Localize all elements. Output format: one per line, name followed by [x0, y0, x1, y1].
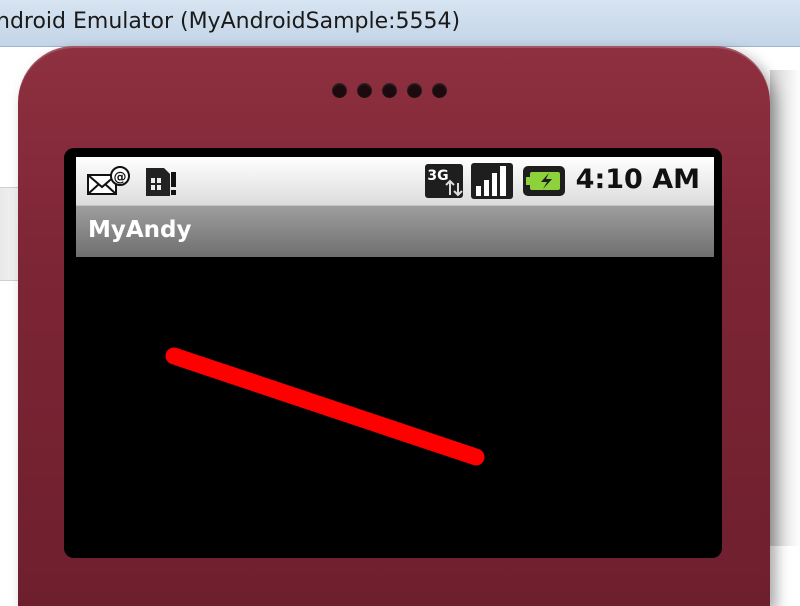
network-type-label: 3G [427, 168, 448, 184]
speaker-hole [382, 82, 397, 98]
speaker-hole [407, 82, 422, 98]
sim-alert-icon [142, 165, 180, 197]
svg-text:@: @ [114, 170, 127, 185]
speaker-hole [332, 82, 347, 98]
android-status-bar[interactable]: @ 3G 4:10 AM [76, 157, 714, 205]
earpiece-speaker [332, 80, 462, 100]
speaker-hole [432, 82, 447, 98]
signal-icon [470, 163, 514, 199]
window-title: ndroid Emulator (MyAndroidSample:5554) [0, 9, 461, 34]
window-title-bar[interactable]: ndroid Emulator (MyAndroidSample:5554) [0, 0, 800, 47]
app-title-bar: MyAndy [76, 205, 714, 258]
app-canvas[interactable] [76, 257, 714, 546]
speaker-hole [357, 82, 372, 98]
device-shadow [770, 70, 800, 546]
app-title: MyAndy [88, 217, 192, 243]
3g-data-icon: 3G [424, 164, 464, 198]
mail-at-icon: @ [86, 165, 132, 197]
drawing-canvas [165, 347, 485, 466]
red-line [165, 347, 485, 466]
battery-charging-icon [522, 165, 566, 197]
status-clock: 4:10 AM [575, 164, 700, 195]
